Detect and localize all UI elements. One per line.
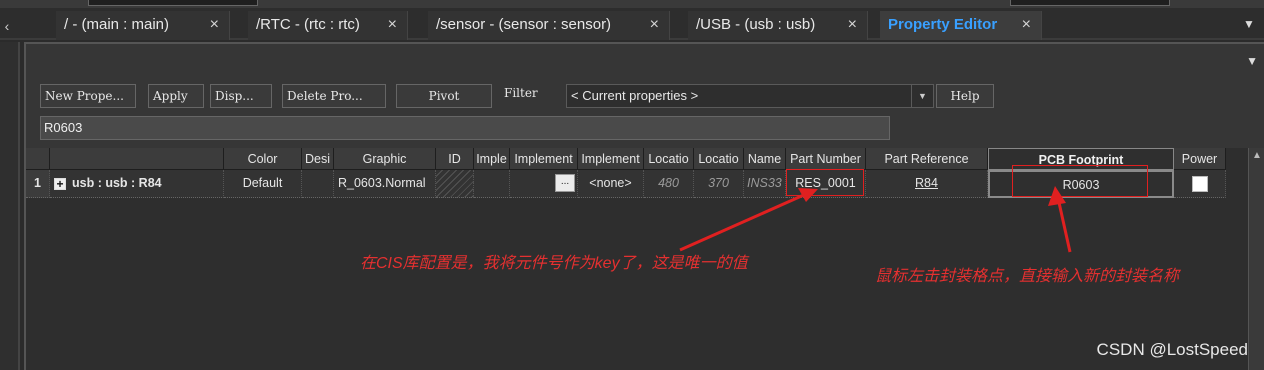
help-button[interactable]: Help xyxy=(936,84,994,108)
display-button[interactable]: Disp... xyxy=(210,84,272,108)
tab-label: /USB - (usb : usb) xyxy=(696,16,816,33)
tab-main[interactable]: / - (main : main) × xyxy=(56,11,230,40)
power-checkbox[interactable] xyxy=(1191,175,1208,192)
header-component xyxy=(50,148,224,170)
tab-usb[interactable]: /USB - (usb : usb) × xyxy=(688,11,868,40)
header-location-x[interactable]: Locatio xyxy=(644,148,694,170)
new-property-button[interactable]: New Prope... xyxy=(40,84,136,108)
tab-label: /sensor - (sensor : sensor) xyxy=(436,16,612,33)
tab-label: Property Editor xyxy=(888,16,998,33)
power-cell[interactable] xyxy=(1174,170,1226,198)
watermark: CSDN @LostSpeed xyxy=(1096,340,1248,359)
implementation-cell[interactable] xyxy=(474,170,510,198)
tab-scroll-left-icon[interactable]: ‹ xyxy=(0,16,14,36)
pivot-button[interactable]: Pivot xyxy=(396,84,492,108)
name-cell[interactable]: INS33 xyxy=(744,170,786,198)
tab-label: / - (main : main) xyxy=(64,16,170,33)
apply-button[interactable]: Apply xyxy=(148,84,204,108)
tab-list-dropdown-icon[interactable]: ▼ xyxy=(1240,14,1258,34)
implementation-type-cell[interactable]: <none> xyxy=(578,170,644,198)
header-corner xyxy=(26,148,50,170)
footprint-highlight-box xyxy=(1012,165,1148,197)
graphic-cell[interactable]: R_0603.Normal xyxy=(334,170,436,198)
top-field-right xyxy=(1010,0,1170,6)
header-implementation[interactable]: Imple xyxy=(474,148,510,170)
panel-menu-icon[interactable]: ▼ xyxy=(1246,54,1258,68)
part-reference-cell[interactable]: R84 xyxy=(866,170,988,198)
tab-label: /RTC - (rtc : rtc) xyxy=(256,16,360,33)
close-icon[interactable]: × xyxy=(388,11,397,39)
filter-select-value: < Current properties > xyxy=(571,88,699,103)
tab-rtc[interactable]: /RTC - (rtc : rtc) × xyxy=(248,11,408,40)
row-number[interactable]: 1 xyxy=(26,170,50,198)
id-cell xyxy=(436,170,474,198)
header-part-number[interactable]: Part Number xyxy=(786,148,866,170)
filter-select[interactable]: < Current properties > ▼ xyxy=(566,84,934,108)
header-part-reference[interactable]: Part Reference xyxy=(866,148,988,170)
header-color[interactable]: Color xyxy=(224,148,302,170)
close-icon[interactable]: × xyxy=(1022,11,1031,39)
annotation-part-number-key: 在CIS库配置是，我将元件号作为key了，这是唯一的值 xyxy=(360,255,748,272)
header-name[interactable]: Name xyxy=(744,148,786,170)
component-name: usb : usb : R84 xyxy=(72,176,162,190)
header-id[interactable]: ID xyxy=(436,148,474,170)
header-designator[interactable]: Desi xyxy=(302,148,334,170)
document-tab-bar: ‹ / - (main : main) × /RTC - (rtc : rtc)… xyxy=(0,8,1264,40)
component-cell[interactable]: + usb : usb : R84 xyxy=(50,170,224,198)
close-icon[interactable]: × xyxy=(210,11,219,39)
top-toolbar-strip xyxy=(0,0,1264,8)
close-icon[interactable]: × xyxy=(650,11,659,39)
location-x-cell[interactable]: 480 xyxy=(644,170,694,198)
header-power[interactable]: Power xyxy=(1174,148,1226,170)
implementation-path-cell[interactable]: ... xyxy=(510,170,578,198)
designator-cell[interactable] xyxy=(302,170,334,198)
left-panel-edge xyxy=(0,42,20,370)
tab-sensor[interactable]: /sensor - (sensor : sensor) × xyxy=(428,11,670,40)
header-location-y[interactable]: Locatio xyxy=(694,148,744,170)
chevron-down-icon[interactable]: ▼ xyxy=(911,85,933,107)
grid-vertical-scrollbar[interactable]: ▲ xyxy=(1248,148,1264,370)
location-y-cell[interactable]: 370 xyxy=(694,170,744,198)
expand-plus-icon[interactable]: + xyxy=(54,177,66,190)
cell-value-field[interactable]: R0603 xyxy=(40,116,890,140)
part-number-highlight-box xyxy=(786,169,864,196)
property-editor-panel: ▼ New Prope... Apply Disp... Delete Pro.… xyxy=(24,42,1264,370)
scroll-up-icon[interactable]: ▲ xyxy=(1252,150,1262,161)
top-field-left xyxy=(88,0,258,6)
color-cell[interactable]: Default xyxy=(224,170,302,198)
header-implementation-type[interactable]: Implement xyxy=(578,148,644,170)
browse-button[interactable]: ... xyxy=(555,174,575,192)
header-implementation-path[interactable]: Implement xyxy=(510,148,578,170)
tab-property-editor[interactable]: Property Editor × xyxy=(880,11,1042,40)
header-graphic[interactable]: Graphic xyxy=(334,148,436,170)
close-icon[interactable]: × xyxy=(848,11,857,39)
filter-label: Filter xyxy=(504,86,538,100)
delete-property-button[interactable]: Delete Pro... xyxy=(282,84,386,108)
annotation-footprint-edit: 鼠标左击封装格点，直接输入新的封装名称 xyxy=(875,268,1180,285)
